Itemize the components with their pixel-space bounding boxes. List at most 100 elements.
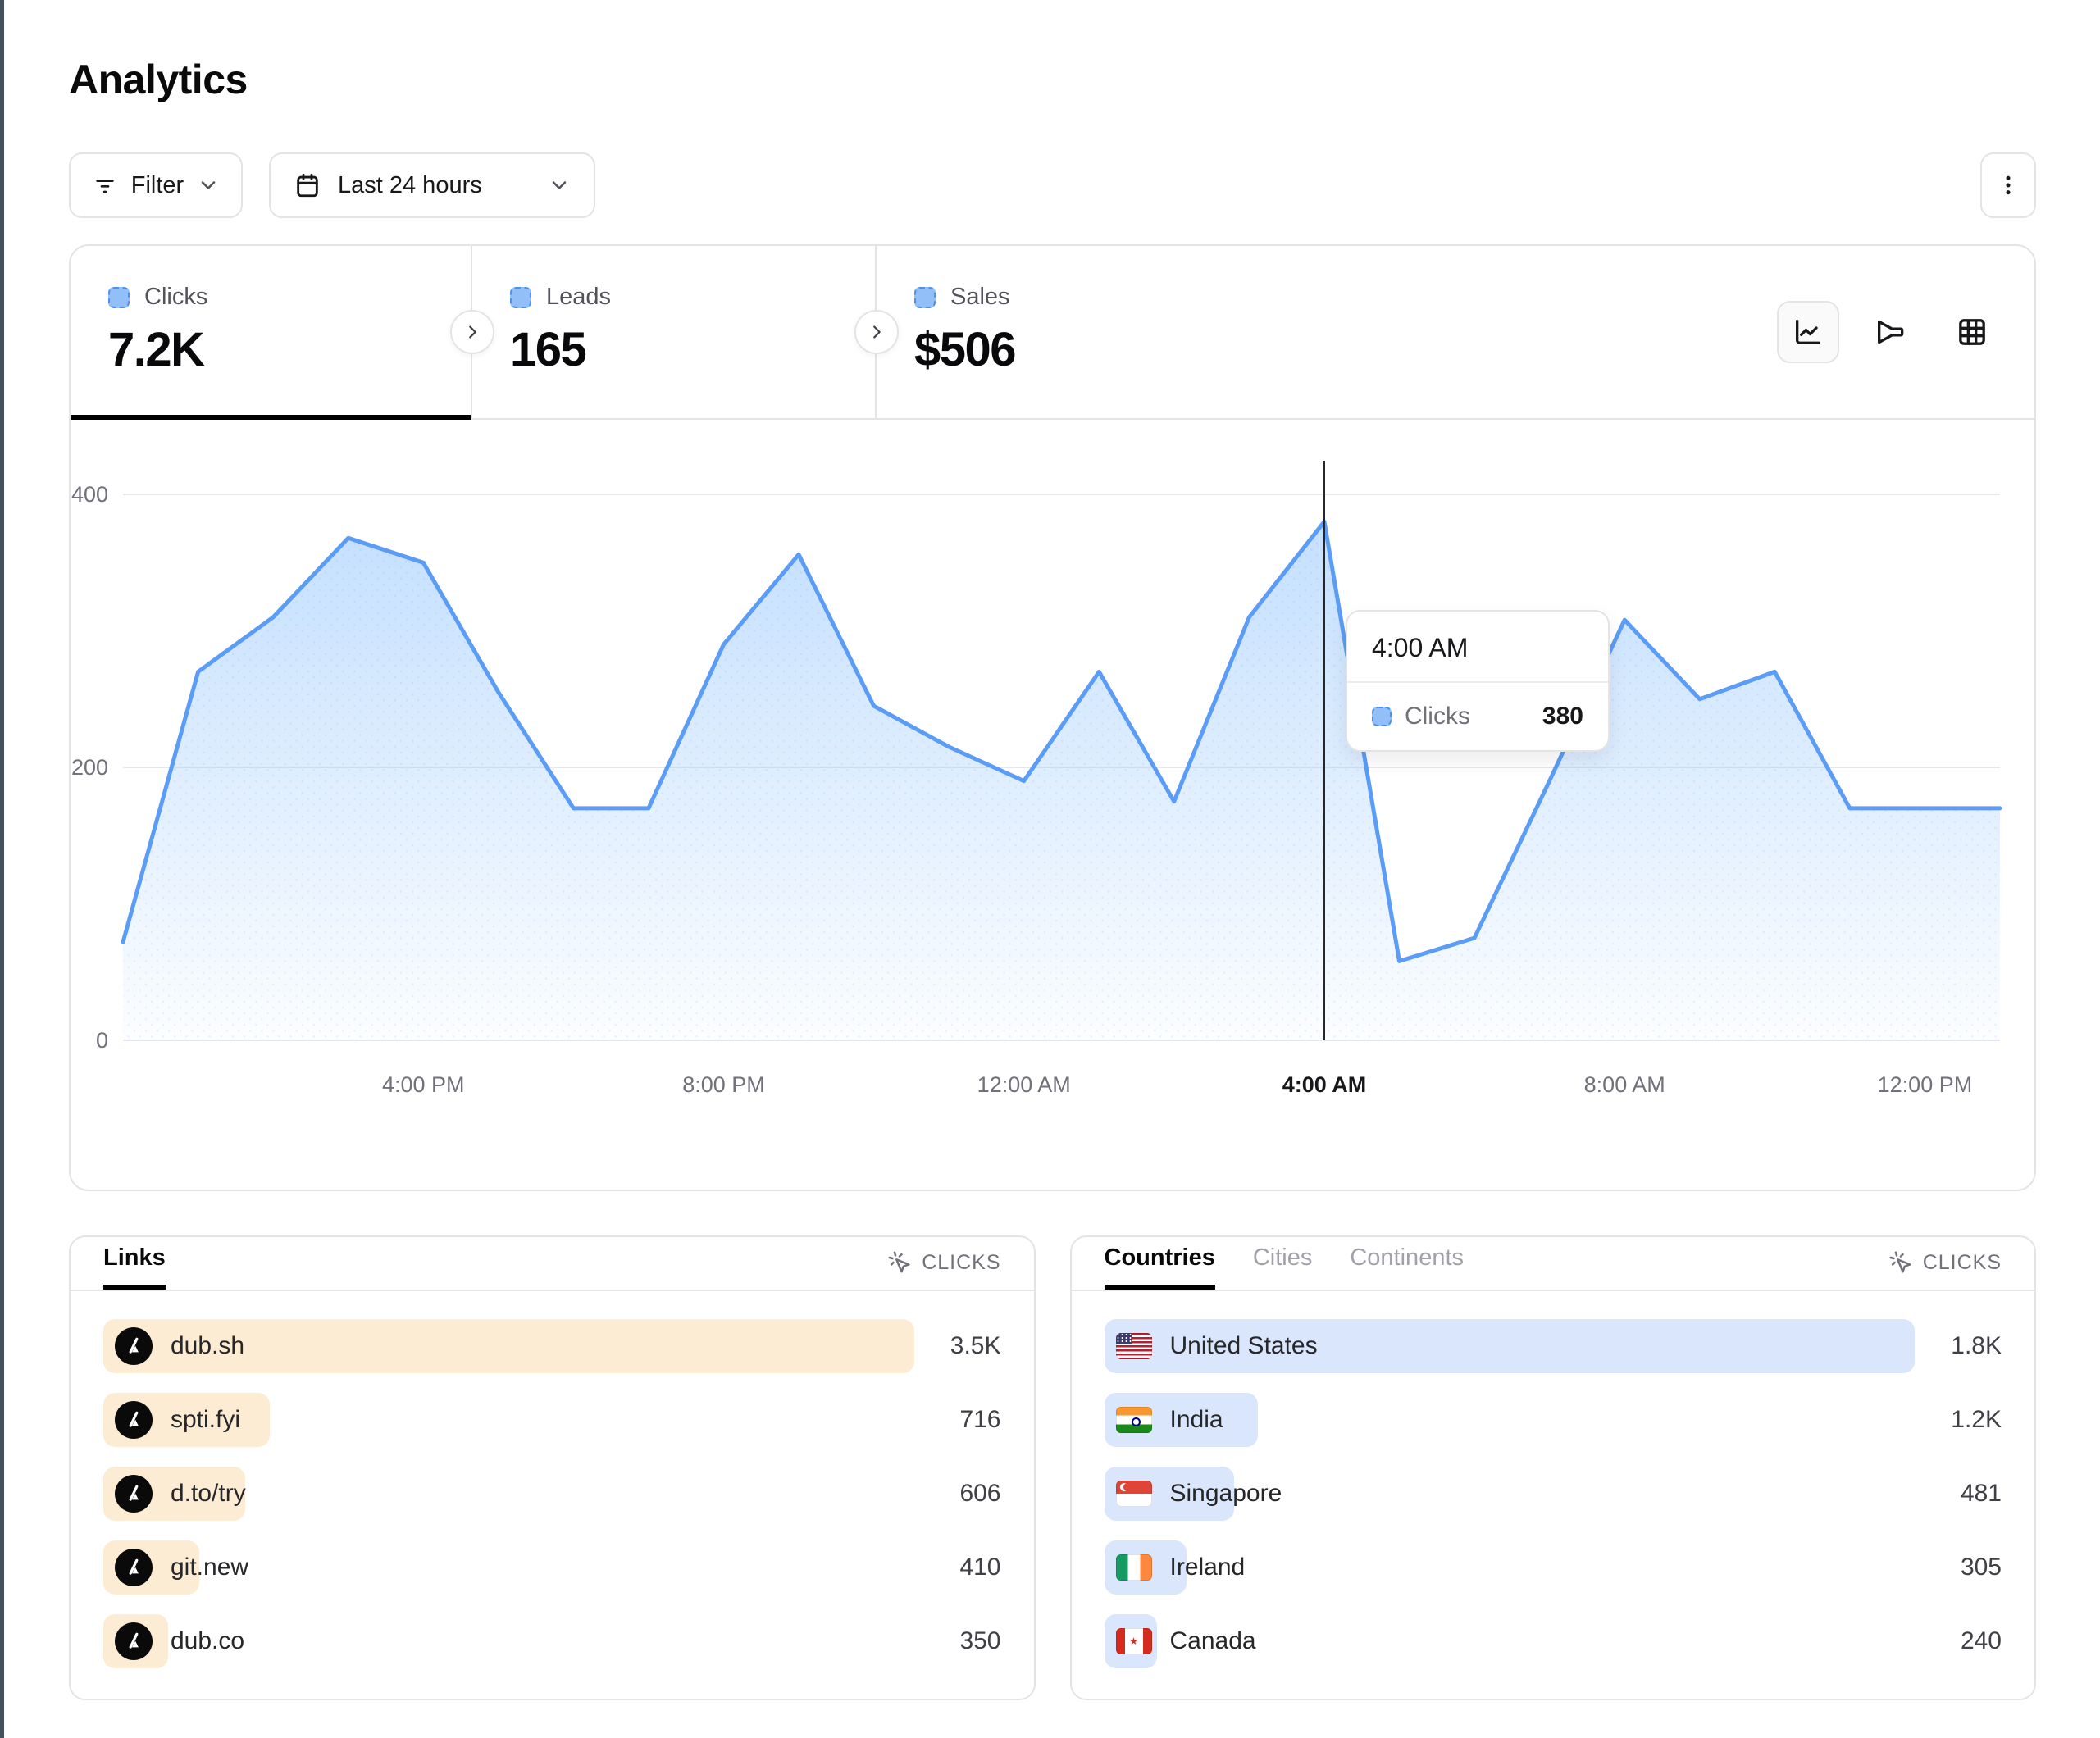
stats-tabs: Clicks 7.2K Leads 165 [71, 246, 2034, 420]
country-clicks-value: 1.8K [1951, 1319, 2002, 1373]
link-row[interactable]: d.to/try 606 [103, 1467, 1001, 1521]
chart-view-toggles [1777, 246, 2034, 418]
analytics-card: Clicks 7.2K Leads 165 [69, 244, 2036, 1191]
page-title: Analytics [69, 52, 2036, 107]
stat-label: Clicks [144, 284, 207, 311]
chart-crosshair [1323, 461, 1325, 1040]
svg-text:8:00 PM: 8:00 PM [682, 1072, 765, 1097]
tab-cities[interactable]: Cities [1253, 1244, 1313, 1290]
tab-sales[interactable]: Sales $506 [877, 246, 1281, 418]
tab-clicks[interactable]: Clicks 7.2K [71, 246, 472, 418]
chevron-right-icon [463, 323, 481, 341]
link-row[interactable]: spti.fyi 716 [103, 1393, 1001, 1447]
singapore-flag-icon [1116, 1481, 1152, 1507]
stat-label: Sales [950, 284, 1010, 311]
canada-flag-icon [1116, 1628, 1152, 1654]
svg-text:12:00 AM: 12:00 AM [977, 1072, 1071, 1097]
cursor-click-icon [887, 1250, 912, 1275]
dub-logo-icon [115, 1622, 153, 1660]
svg-text:0: 0 [96, 1028, 108, 1053]
screen-left-edge [0, 0, 4, 1738]
link-clicks-value: 410 [959, 1540, 1000, 1595]
funnel-view-toggle[interactable] [1859, 301, 1921, 363]
kebab-menu-icon [1995, 172, 2021, 198]
country-row[interactable]: United States 1.8K [1105, 1319, 2002, 1373]
chevron-right-icon [868, 323, 886, 341]
chart-plot: 0 200 400 4:00 PM 8:00 PM 12:00 AM 4:00 AM 8:00… [71, 420, 2034, 1188]
india-flag-icon [1116, 1407, 1152, 1433]
tab-countries[interactable]: Countries [1105, 1244, 1215, 1290]
cursor-click-icon [1888, 1250, 1913, 1275]
us-flag-icon [1116, 1333, 1152, 1359]
countries-metric[interactable]: CLICKS [1888, 1250, 2002, 1290]
link-label: spti.fyi [171, 1406, 240, 1434]
leads-legend-swatch [510, 287, 531, 308]
stat-value: $506 [914, 322, 1281, 377]
table-view-toggle[interactable] [1941, 301, 2003, 363]
country-row[interactable]: Singapore 481 [1105, 1467, 2002, 1521]
line-chart-toggle[interactable] [1777, 301, 1839, 363]
filter-button-label: Filter [131, 172, 184, 199]
tooltip-value: 380 [1542, 703, 1583, 730]
breakdown-panels: Links CLICKS dub.sh 3.5K [69, 1235, 2036, 1700]
country-label: Ireland [1170, 1554, 1246, 1581]
dub-logo-icon [115, 1475, 153, 1513]
calendar-icon [294, 171, 321, 199]
stat-value: 7.2K [108, 322, 471, 377]
link-row[interactable]: dub.sh 3.5K [103, 1319, 1001, 1373]
country-row[interactable]: Ireland 305 [1105, 1540, 2002, 1595]
link-label: git.new [171, 1554, 248, 1581]
tab-leads[interactable]: Leads 165 [472, 246, 877, 418]
chevron-down-icon [548, 174, 571, 197]
links-metric-label: CLICKS [922, 1251, 1000, 1275]
country-row[interactable]: India 1.2K [1105, 1393, 2002, 1447]
svg-text:200: 200 [71, 755, 108, 780]
link-row[interactable]: dub.co 350 [103, 1614, 1001, 1668]
links-list: dub.sh 3.5K spti.fyi 716 d [71, 1291, 1034, 1668]
tooltip-legend-swatch [1372, 707, 1392, 726]
toolbar: Filter Last 24 hours [69, 152, 2036, 218]
link-clicks-value: 350 [959, 1614, 1000, 1668]
svg-text:4:00 PM: 4:00 PM [382, 1072, 465, 1097]
more-options-button[interactable] [1980, 152, 2036, 218]
date-range-button[interactable]: Last 24 hours [269, 152, 595, 218]
svg-text:8:00 AM: 8:00 AM [1584, 1072, 1665, 1097]
svg-text:400: 400 [71, 482, 108, 507]
country-label: India [1170, 1406, 1223, 1434]
country-row[interactable]: Canada 240 [1105, 1614, 2002, 1668]
funnel-view-icon [1874, 316, 1906, 348]
country-clicks-value: 305 [1961, 1540, 2002, 1595]
links-metric[interactable]: CLICKS [887, 1250, 1000, 1290]
clicks-area-chart[interactable]: 0 200 400 4:00 PM 8:00 PM 12:00 AM 4:00 AM 8:00… [71, 420, 2034, 1188]
expand-leads-button[interactable] [854, 310, 899, 354]
country-clicks-value: 240 [1961, 1614, 2002, 1668]
expand-clicks-button[interactable] [450, 310, 494, 354]
link-clicks-value: 3.5K [950, 1319, 1001, 1373]
link-label: dub.sh [171, 1332, 244, 1360]
tab-links[interactable]: Links [103, 1244, 166, 1290]
link-label: dub.co [171, 1627, 244, 1655]
tooltip-series-label: Clicks [1405, 703, 1470, 730]
countries-panel: Countries Cities Continents CLICKS Unite… [1070, 1235, 2037, 1700]
links-panel: Links CLICKS dub.sh 3.5K [69, 1235, 1036, 1700]
tooltip-time: 4:00 AM [1347, 612, 1608, 683]
chart-tooltip: 4:00 AM Clicks 380 [1346, 610, 1610, 752]
tab-continents[interactable]: Continents [1350, 1244, 1464, 1290]
countries-metric-label: CLICKS [1923, 1251, 2002, 1275]
dub-logo-icon [115, 1327, 153, 1365]
links-panel-header: Links CLICKS [71, 1237, 1034, 1291]
clicks-legend-swatch [108, 287, 130, 308]
sales-legend-swatch [914, 287, 936, 308]
stat-value: 165 [510, 322, 875, 377]
link-clicks-value: 716 [959, 1393, 1000, 1447]
dub-logo-icon [115, 1401, 153, 1439]
filter-button[interactable]: Filter [69, 152, 243, 218]
country-label: Singapore [1170, 1480, 1282, 1508]
dub-logo-icon [115, 1549, 153, 1586]
country-clicks-value: 1.2K [1951, 1393, 2002, 1447]
line-chart-icon [1792, 316, 1824, 348]
link-row[interactable]: git.new 410 [103, 1540, 1001, 1595]
link-label: d.to/try [171, 1480, 246, 1508]
ireland-flag-icon [1116, 1554, 1152, 1581]
svg-text:4:00 AM: 4:00 AM [1282, 1072, 1367, 1097]
